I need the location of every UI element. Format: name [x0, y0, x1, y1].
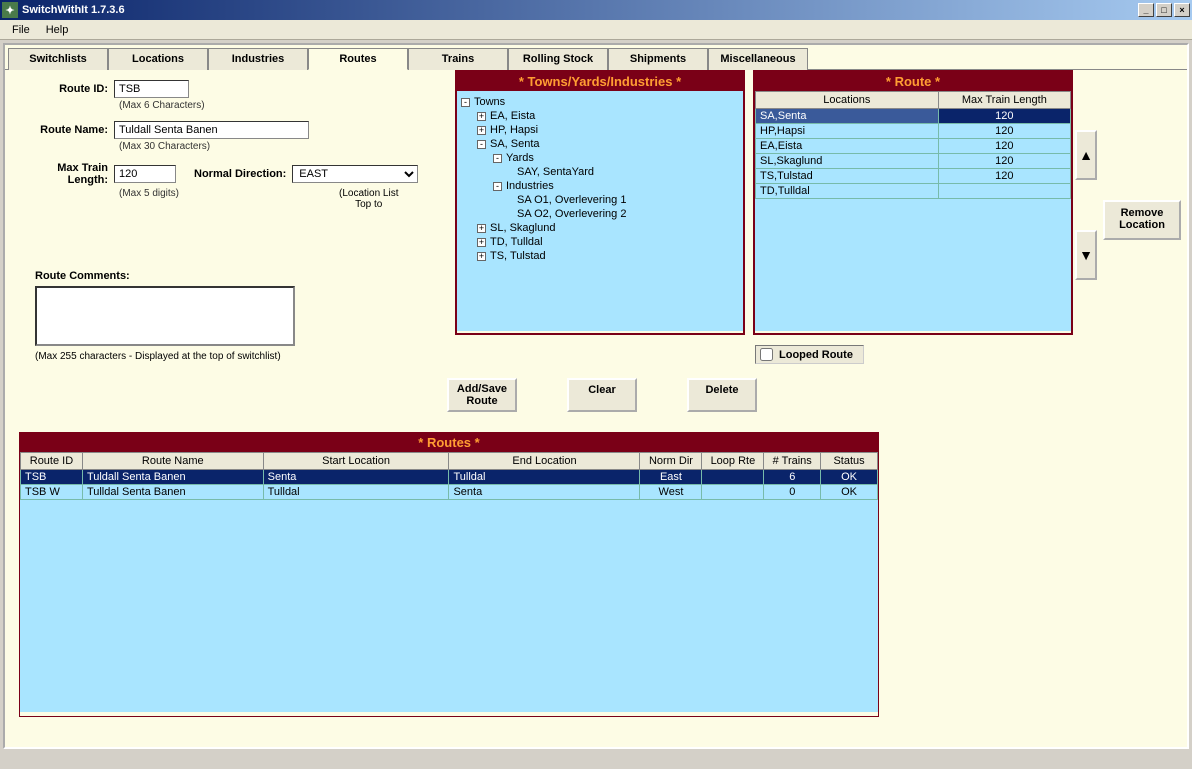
max-train-label: Max TrainLength:	[19, 162, 114, 186]
move-up-button[interactable]: ▲	[1075, 130, 1097, 180]
tab-shipments[interactable]: Shipments	[608, 48, 708, 70]
route-row[interactable]: SL,Skaglund120	[756, 154, 1071, 169]
routes-grid[interactable]: Route ID Route Name Start Location End L…	[20, 452, 878, 712]
route-name-hint: (Max 30 Characters)	[119, 141, 439, 152]
route-row[interactable]: TS,Tulstad120	[756, 169, 1071, 184]
direction-label: Normal Direction:	[194, 168, 292, 180]
comments-textarea[interactable]	[35, 286, 295, 346]
tree-item[interactable]: SAY, SentaYard	[517, 166, 594, 178]
col-status[interactable]: Status	[821, 453, 878, 470]
direction-select[interactable]: EAST	[292, 165, 418, 183]
tree-item[interactable]: TD, Tulldal	[490, 236, 543, 248]
route-panel: * Route * Locations Max Train Length SA,…	[753, 70, 1073, 335]
tree-view[interactable]: -Towns +EA, Eista +HP, Hapsi -SA, Senta …	[457, 91, 743, 331]
max-train-input[interactable]	[114, 165, 176, 183]
route-title: * Route *	[755, 72, 1071, 91]
tree-item[interactable]: EA, Eista	[490, 110, 535, 122]
remove-location-button[interactable]: Remove Location	[1103, 200, 1181, 240]
window-title: SwitchWithIt 1.7.3.6	[22, 4, 125, 16]
tree-root[interactable]: Towns	[474, 96, 505, 108]
delete-button[interactable]: Delete	[687, 378, 757, 412]
routes-row[interactable]: TSB Tuldall Senta Banen Senta Tulldal Ea…	[21, 470, 878, 485]
tree-item[interactable]: Yards	[506, 152, 534, 164]
tree-item[interactable]: TS, Tulstad	[490, 250, 546, 262]
menu-file[interactable]: File	[4, 22, 38, 38]
looped-route-label: Looped Route	[779, 349, 853, 361]
tree-item[interactable]: HP, Hapsi	[490, 124, 538, 136]
tree-toggle-icon[interactable]: +	[477, 238, 486, 247]
col-end[interactable]: End Location	[449, 453, 640, 470]
tree-toggle-icon[interactable]: -	[493, 154, 502, 163]
route-id-hint: (Max 6 Characters)	[119, 100, 439, 111]
menu-bar: File Help	[0, 20, 1192, 40]
col-trains[interactable]: # Trains	[764, 453, 821, 470]
comments-hint: (Max 255 characters - Displayed at the t…	[35, 351, 335, 362]
routes-title: * Routes *	[20, 433, 878, 452]
col-loop-rte[interactable]: Loop Rte	[702, 453, 764, 470]
tree-item[interactable]: SA, Senta	[490, 138, 540, 150]
main-panel: Switchlists Locations Industries Routes …	[3, 43, 1189, 749]
routes-row[interactable]: TSB W Tulldal Senta Banen Tulldal Senta …	[21, 485, 878, 500]
route-row[interactable]: HP,Hapsi120	[756, 124, 1071, 139]
route-name-input[interactable]	[114, 121, 309, 139]
col-locations[interactable]: Locations	[756, 92, 939, 109]
title-bar: ✦ SwitchWithIt 1.7.3.6 _ □ ×	[0, 0, 1192, 20]
route-form: Route ID: (Max 6 Characters) Route Name:…	[19, 80, 439, 210]
tab-routes[interactable]: Routes	[308, 48, 408, 70]
max-train-hint: (Max 5 digits)	[119, 188, 219, 200]
menu-help[interactable]: Help	[38, 22, 77, 38]
route-id-label: Route ID:	[19, 83, 114, 95]
looped-route-row: Looped Route	[755, 345, 864, 364]
add-save-route-button[interactable]: Add/Save Route	[447, 378, 517, 412]
col-start[interactable]: Start Location	[263, 453, 449, 470]
close-button[interactable]: ×	[1174, 3, 1190, 17]
tree-toggle-icon[interactable]: -	[461, 98, 470, 107]
col-norm-dir[interactable]: Norm Dir	[640, 453, 702, 470]
minimize-button[interactable]: _	[1138, 3, 1154, 17]
tab-industries[interactable]: Industries	[208, 48, 308, 70]
route-id-input[interactable]	[114, 80, 189, 98]
tab-rolling-stock[interactable]: Rolling Stock	[508, 48, 608, 70]
tab-bar: Switchlists Locations Industries Routes …	[5, 45, 1187, 70]
tree-item[interactable]: SL, Skaglund	[490, 222, 555, 234]
tree-item[interactable]: SA O2, Overlevering 2	[517, 208, 626, 220]
tab-miscellaneous[interactable]: Miscellaneous	[708, 48, 808, 70]
tree-toggle-icon[interactable]: -	[477, 140, 486, 149]
route-name-label: Route Name:	[19, 124, 114, 136]
col-route-name[interactable]: Route Name	[82, 453, 263, 470]
tab-trains[interactable]: Trains	[408, 48, 508, 70]
tree-item[interactable]: Industries	[506, 180, 554, 192]
looped-route-checkbox[interactable]	[760, 348, 773, 361]
tree-item[interactable]: SA O1, Overlevering 1	[517, 194, 626, 206]
move-down-button[interactable]: ▼	[1075, 230, 1097, 280]
app-icon: ✦	[2, 2, 18, 18]
tab-locations[interactable]: Locations	[108, 48, 208, 70]
col-route-id[interactable]: Route ID	[21, 453, 83, 470]
tree-toggle-icon[interactable]: +	[477, 112, 486, 121]
clear-button[interactable]: Clear	[567, 378, 637, 412]
col-max-length[interactable]: Max Train Length	[938, 92, 1070, 109]
tree-toggle-icon[interactable]: -	[493, 182, 502, 191]
towns-panel: * Towns/Yards/Industries * -Towns +EA, E…	[455, 70, 745, 335]
tree-toggle-icon[interactable]: +	[477, 224, 486, 233]
direction-hint: (Location ListTop to	[339, 188, 398, 210]
tree-toggle-icon[interactable]: +	[477, 252, 486, 261]
route-row[interactable]: TD,Tulldal	[756, 184, 1071, 199]
route-grid[interactable]: Locations Max Train Length SA,Senta120 H…	[755, 91, 1071, 331]
tree-toggle-icon[interactable]: +	[477, 126, 486, 135]
routes-panel: * Routes * Route ID Route Name Start Loc…	[19, 432, 879, 717]
tab-switchlists[interactable]: Switchlists	[8, 48, 108, 70]
maximize-button[interactable]: □	[1156, 3, 1172, 17]
towns-title: * Towns/Yards/Industries *	[457, 72, 743, 91]
route-row[interactable]: EA,Eista120	[756, 139, 1071, 154]
route-row[interactable]: SA,Senta120	[756, 109, 1071, 124]
comments-label: Route Comments:	[35, 270, 335, 282]
